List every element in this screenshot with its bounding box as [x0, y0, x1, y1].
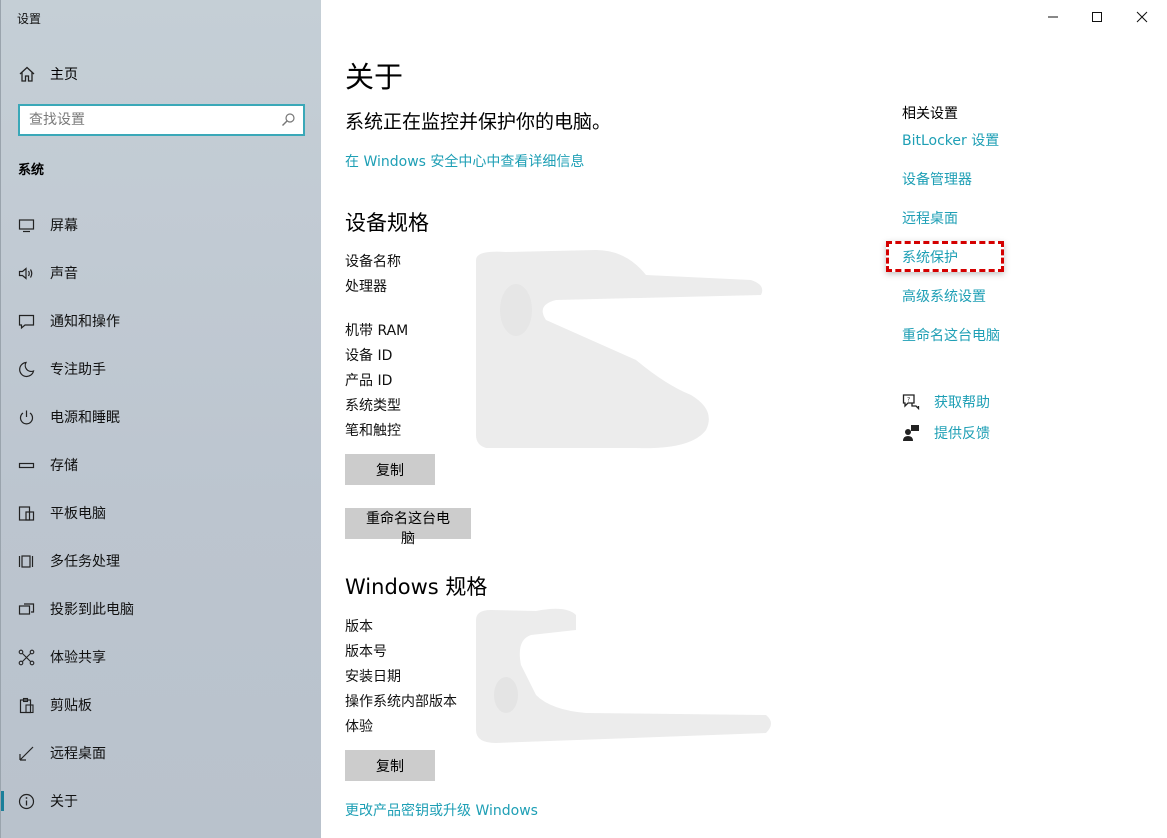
sidebar: 设置 主页 系统 屏幕 声音 通知和操作 专注助手 电源和睡眠 存储: [0, 0, 321, 838]
sidebar-item-remote-desktop[interactable]: 远程桌面: [1, 733, 321, 773]
sidebar-item-sound[interactable]: 声音: [1, 253, 321, 293]
sidebar-item-label: 剪贴板: [50, 698, 92, 714]
sidebar-item-clipboard[interactable]: 剪贴板: [1, 685, 321, 725]
remote-icon: [19, 746, 34, 761]
sidebar-item-label: 专注助手: [50, 362, 106, 378]
redacted-values-overlay-device: [476, 250, 763, 449]
sidebar-item-label: 关于: [50, 794, 78, 810]
search-box[interactable]: [18, 104, 305, 136]
highlight-box: [886, 241, 1004, 272]
device-manager-link[interactable]: 设备管理器: [902, 169, 972, 189]
spec-label-edition: 版本: [345, 619, 373, 635]
svg-text:?: ?: [907, 397, 910, 404]
sidebar-item-power-sleep[interactable]: 电源和睡眠: [1, 397, 321, 437]
protection-status-text: 系统正在监控并保护你的电脑。: [345, 111, 612, 133]
spec-label-device-id: 设备 ID: [345, 348, 393, 364]
spec-label-version: 版本号: [345, 644, 387, 660]
notification-icon: [18, 314, 35, 329]
spec-label-experience: 体验: [345, 719, 373, 735]
sidebar-item-shared-experiences[interactable]: 体验共享: [1, 637, 321, 677]
copy-device-specs-button[interactable]: 复制: [345, 454, 435, 485]
spec-label-product-id: 产品 ID: [345, 373, 393, 389]
sidebar-item-label: 电源和睡眠: [50, 410, 120, 426]
change-product-key-link[interactable]: 更改产品密钥或升级 Windows: [345, 800, 538, 820]
rename-pc-link[interactable]: 重命名这台电脑: [902, 325, 1000, 345]
sidebar-item-multitasking[interactable]: 多任务处理: [1, 541, 321, 581]
sidebar-item-tablet[interactable]: 平板电脑: [1, 493, 321, 533]
sidebar-item-display[interactable]: 屏幕: [1, 205, 321, 245]
clipboard-icon: [19, 697, 34, 713]
sidebar-item-label: 声音: [50, 266, 78, 282]
get-help-link[interactable]: 获取帮助: [934, 392, 990, 412]
windows-specs-heading: Windows 规格: [345, 575, 488, 599]
window-title: 设置: [17, 12, 42, 26]
spec-label-pen-touch: 笔和触控: [345, 423, 401, 439]
advanced-system-settings-link[interactable]: 高级系统设置: [902, 286, 986, 306]
spec-label-processor: 处理器: [345, 279, 387, 295]
related-settings-heading: 相关设置: [902, 106, 958, 122]
multitask-icon: [18, 554, 34, 568]
moon-icon: [19, 361, 35, 377]
tablet-icon: [18, 505, 35, 521]
device-specs-heading: 设备规格: [345, 211, 429, 235]
security-center-link[interactable]: 在 Windows 安全中心中查看详细信息: [345, 151, 584, 171]
storage-icon: [18, 462, 35, 468]
info-icon: [18, 793, 35, 809]
share-icon: [18, 649, 35, 665]
spec-label-system-type: 系统类型: [345, 398, 401, 414]
home-label: 主页: [50, 67, 78, 83]
sidebar-item-label: 多任务处理: [50, 554, 120, 570]
monitor-icon: [18, 218, 35, 232]
page-title: 关于: [345, 60, 404, 94]
speaker-icon: [18, 266, 33, 280]
sidebar-item-label: 存储: [50, 458, 78, 474]
project-icon: [18, 602, 35, 615]
sidebar-item-project-to-pc[interactable]: 投影到此电脑: [1, 589, 321, 629]
search-input[interactable]: [20, 106, 280, 134]
power-icon: [19, 410, 34, 424]
spec-label-install-date: 安装日期: [345, 669, 401, 685]
bitlocker-settings-link[interactable]: BitLocker 设置: [902, 130, 999, 150]
sidebar-item-notifications[interactable]: 通知和操作: [1, 301, 321, 341]
feedback-person-icon: [903, 425, 919, 441]
sidebar-item-label: 远程桌面: [50, 746, 106, 762]
sidebar-item-about[interactable]: 关于: [1, 781, 321, 821]
sidebar-item-label: 通知和操作: [50, 314, 120, 330]
sidebar-item-storage[interactable]: 存储: [1, 445, 321, 485]
spec-label-os-build: 操作系统内部版本: [345, 694, 457, 710]
main-content: 关于 系统正在监控并保护你的电脑。 在 Windows 安全中心中查看详细信息 …: [321, 0, 1167, 838]
copy-windows-specs-button[interactable]: 复制: [345, 750, 435, 781]
remote-desktop-link[interactable]: 远程桌面: [902, 208, 958, 228]
spec-label-ram: 机带 RAM: [345, 323, 409, 339]
sidebar-item-label: 投影到此电脑: [50, 602, 134, 618]
rename-pc-button[interactable]: 重命名这台电脑: [345, 508, 471, 547]
give-feedback-link[interactable]: 提供反馈: [934, 423, 990, 443]
get-help-row[interactable]: ? 获取帮助: [902, 392, 990, 412]
sidebar-item-label: 平板电脑: [50, 506, 106, 522]
sidebar-item-focus-assist[interactable]: 专注助手: [1, 349, 321, 389]
home-icon: [19, 66, 35, 82]
redacted-values-overlay-windows: [476, 608, 771, 743]
help-chat-icon: ?: [902, 394, 920, 411]
sidebar-item-label: 体验共享: [50, 650, 106, 666]
sidebar-item-label: 屏幕: [50, 218, 78, 234]
search-icon[interactable]: [280, 112, 296, 128]
give-feedback-row[interactable]: 提供反馈: [902, 423, 990, 443]
home-link[interactable]: 主页: [18, 64, 78, 84]
spec-label-device-name: 设备名称: [345, 254, 401, 270]
section-label-system: 系统: [18, 163, 45, 178]
